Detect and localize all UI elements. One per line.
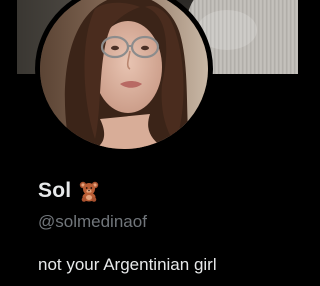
profile-header: Sol @solmedinaof not your Argentinian gi… (0, 0, 298, 286)
profile-name: Sol (38, 179, 72, 202)
teddy-bear-icon (78, 180, 100, 202)
profile-handle: @solmedinaof (38, 212, 147, 231)
profile-bio: not your Argentinian girl (38, 255, 217, 274)
profile-name-row: Sol (38, 178, 100, 204)
